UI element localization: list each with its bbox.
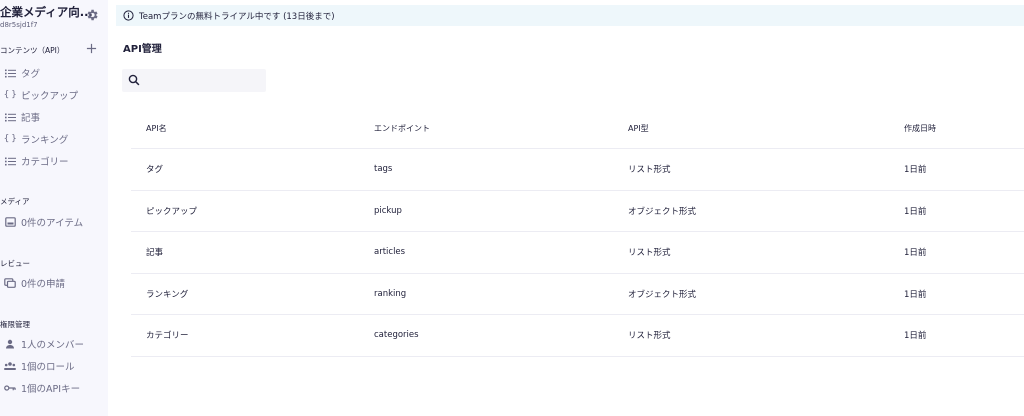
sidebar-item-review[interactable]: 0件の申請 <box>4 275 65 291</box>
sidebar-item-label: カテゴリー <box>21 157 69 168</box>
cell-api-type: リスト形式 <box>628 331 671 342</box>
list-icon <box>4 111 16 123</box>
sidebar-item-label: 0件の申請 <box>21 279 66 290</box>
sidebar-item-pickup[interactable]: { } ピックアップ <box>4 87 78 103</box>
gear-icon[interactable] <box>85 8 99 22</box>
cell-endpoint: tags <box>374 164 393 175</box>
column-header-api-type[interactable]: API型 <box>628 108 649 148</box>
braces-icon: { } <box>3 90 17 100</box>
cell-created-at: 1日前 <box>904 206 927 217</box>
cell-created-at: 1日前 <box>904 331 927 342</box>
sidebar-item-label: 0件のアイテム <box>21 218 84 229</box>
cell-api-type: リスト形式 <box>628 165 671 176</box>
cell-endpoint: articles <box>374 247 406 258</box>
table-row[interactable]: カテゴリー categories リスト形式 1日前 <box>131 315 1024 357</box>
key-icon <box>4 382 16 394</box>
cell-created-at: 1日前 <box>904 248 927 259</box>
service-header[interactable]: 企業メディア向... d8r5sjd1f7 <box>0 4 93 29</box>
section-title-permissions: 権限管理 <box>0 320 30 329</box>
sidebar-item-label: 1人のメンバー <box>21 340 85 351</box>
sidebar-item-ranking[interactable]: { } ランキング <box>3 131 69 147</box>
cell-endpoint: categories <box>374 330 419 341</box>
banner-text: Teamプランの無料トライアル中です (13日後まで) <box>139 11 335 22</box>
section-title-media: メディア <box>0 197 30 206</box>
list-icon <box>4 67 16 79</box>
image-icon <box>4 216 16 228</box>
cell-api-name: カテゴリー <box>146 331 189 342</box>
column-header-created-at[interactable]: 作成日時 <box>904 108 936 148</box>
sidebar-item-articles[interactable]: 記事 <box>4 109 40 125</box>
api-table: API名 エンドポイント API型 作成日時 タグ tags リスト形式 1日前… <box>131 108 1024 357</box>
cell-created-at: 1日前 <box>904 165 927 176</box>
sidebar-item-roles[interactable]: 1個のロール <box>4 358 75 374</box>
cell-api-name: ランキング <box>146 289 189 300</box>
cell-api-name: ピックアップ <box>146 206 198 217</box>
table-row[interactable]: タグ tags リスト形式 1日前 <box>131 149 1024 191</box>
sidebar-item-label: ランキング <box>21 135 69 146</box>
review-icon <box>4 277 16 289</box>
cell-api-name: 記事 <box>146 248 164 259</box>
trial-banner: Teamプランの無料トライアル中です (13日後まで) <box>116 5 1024 26</box>
section-title-review: レビュー <box>0 259 30 268</box>
page-title: API管理 <box>123 44 162 55</box>
sidebar-item-label: 記事 <box>21 113 41 124</box>
table-row[interactable]: ピックアップ pickup オブジェクト形式 1日前 <box>131 191 1024 232</box>
group-icon <box>4 360 16 372</box>
sidebar-item-tag[interactable]: タグ <box>4 65 40 81</box>
column-header-endpoint[interactable]: エンドポイント <box>374 108 430 148</box>
add-api-icon[interactable] <box>86 43 97 54</box>
info-icon <box>123 10 134 21</box>
sidebar-item-media[interactable]: 0件のアイテム <box>4 214 83 230</box>
table-row[interactable]: 記事 articles リスト形式 1日前 <box>131 232 1024 274</box>
cell-api-type: オブジェクト形式 <box>628 289 697 300</box>
braces-icon: { } <box>3 134 17 144</box>
cell-created-at: 1日前 <box>904 289 927 300</box>
cell-endpoint: ranking <box>374 288 407 299</box>
search-box[interactable] <box>122 69 266 92</box>
sidebar: 企業メディア向... d8r5sjd1f7 コンテンツ（API） タグ { } … <box>0 0 108 416</box>
table-row[interactable]: ランキング ranking オブジェクト形式 1日前 <box>131 274 1024 315</box>
cell-api-type: リスト形式 <box>628 248 671 259</box>
service-name[interactable]: 企業メディア向... <box>0 4 93 20</box>
sidebar-item-category[interactable]: カテゴリー <box>4 153 69 169</box>
search-input[interactable] <box>144 72 262 89</box>
search-icon <box>128 74 140 86</box>
sidebar-item-label: タグ <box>21 69 41 80</box>
person-icon <box>4 338 16 350</box>
sidebar-item-api-keys[interactable]: 1個のAPIキー <box>4 380 80 396</box>
cell-api-name: タグ <box>146 165 164 176</box>
sidebar-item-members[interactable]: 1人のメンバー <box>4 336 84 352</box>
list-icon <box>4 155 16 167</box>
service-id: d8r5sjd1f7 <box>0 21 38 29</box>
cell-api-type: オブジェクト形式 <box>628 206 697 217</box>
sidebar-item-label: 1個のロール <box>21 362 75 373</box>
column-header-api-name[interactable]: API名 <box>146 108 167 148</box>
sidebar-item-label: 1個のAPIキー <box>21 384 81 395</box>
table-header-row: API名 エンドポイント API型 作成日時 <box>131 108 1024 149</box>
cell-endpoint: pickup <box>374 205 402 216</box>
sidebar-item-label: ピックアップ <box>21 91 79 102</box>
section-title-contents: コンテンツ（API） <box>0 46 65 55</box>
